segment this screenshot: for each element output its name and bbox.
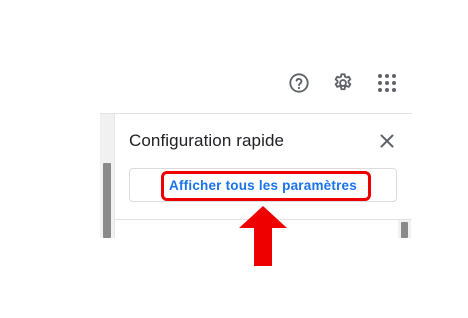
left-scrollbar-thumb[interactable] <box>103 163 111 238</box>
quick-settings-title: Configuration rapide <box>129 131 285 150</box>
page: Configuration rapide Afficher tous les p… <box>0 0 468 318</box>
red-arrow-icon <box>239 206 287 266</box>
header-divider <box>100 113 412 114</box>
help-button[interactable] <box>285 69 313 97</box>
help-circle-icon <box>289 73 309 93</box>
close-icon <box>380 134 394 148</box>
see-all-settings-label: Afficher tous les paramètres <box>169 177 357 193</box>
see-all-settings-button[interactable]: Afficher tous les paramètres <box>129 168 397 202</box>
right-scrollbar-thumb[interactable] <box>401 222 408 238</box>
apps-grid-icon <box>378 74 396 92</box>
apps-button[interactable] <box>373 69 401 97</box>
gear-icon <box>334 73 352 91</box>
settings-button[interactable] <box>329 69 357 97</box>
close-button[interactable] <box>376 130 398 152</box>
